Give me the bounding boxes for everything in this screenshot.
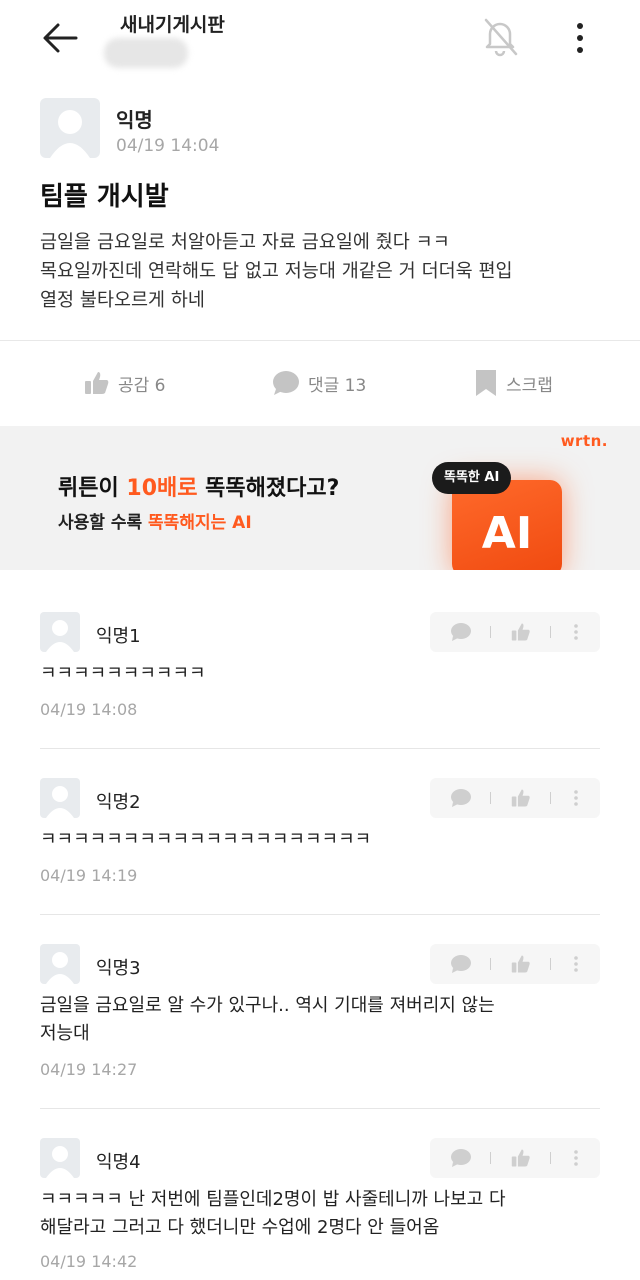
bookmark-icon (476, 370, 496, 396)
comment-text: ㅋㅋㅋㅋㅋㅋㅋㅋㅋㅋ (40, 663, 206, 684)
comment-action-group (430, 778, 600, 818)
default-avatar-icon (46, 786, 74, 818)
ad-badge: 똑똑한 AI (432, 462, 512, 494)
comment-author: 익명2 (96, 792, 141, 813)
post-author-avatar (40, 98, 100, 158)
default-avatar-icon (50, 110, 90, 158)
thumbs-up-icon[interactable] (510, 788, 532, 808)
post-body: 금일을 금요일로 처알아듣고 자료 금요일에 줬다 ㅋㅋ 목요일까진데 연락해도… (40, 232, 513, 311)
speech-bubble-icon (273, 371, 299, 395)
back-button[interactable] (38, 18, 82, 58)
comment-timestamp: 04/19 14:19 (40, 866, 138, 885)
more-vertical-icon (577, 23, 583, 53)
ad-headline: 뤼튼이 10배로 똑똑해졌다고? (58, 470, 339, 502)
separator (490, 958, 491, 970)
comment-text: ㅋㅋㅋㅋㅋㅋㅋㅋㅋㅋㅋㅋㅋㅋㅋㅋㅋㅋㅋㅋ (40, 829, 372, 850)
arrow-left-icon (43, 23, 78, 53)
thumbs-up-icon[interactable] (510, 954, 532, 974)
reply-bubble-icon[interactable] (450, 788, 472, 808)
comment-label: 댓글 13 (308, 375, 367, 396)
divider (40, 1108, 600, 1109)
comment-avatar (40, 612, 80, 652)
post-timestamp: 04/19 14:04 (116, 136, 220, 156)
bell-off-icon (484, 18, 518, 57)
separator (550, 1152, 551, 1164)
comment-button[interactable]: 댓글 13 (272, 368, 366, 398)
comment-text: ㅋㅋㅋㅋㅋ 난 저번에 팀플인데2명이 밥 사줄테니까 나보고 다 해달라고 그… (40, 1189, 506, 1238)
more-vertical-icon[interactable] (572, 954, 580, 974)
scrap-button[interactable]: 스크랩 (474, 368, 553, 398)
ad-ai-text: AI (481, 508, 533, 559)
comment-avatar (40, 944, 80, 984)
comment-author: 익명4 (96, 1152, 141, 1173)
more-vertical-icon[interactable] (572, 788, 580, 808)
comment-author: 익명1 (96, 626, 141, 647)
separator (490, 792, 491, 804)
ad-headline-suffix: 똑똑해졌다고? (197, 476, 340, 501)
thumbs-up-icon[interactable] (510, 622, 532, 642)
default-avatar-icon (46, 952, 74, 984)
scrap-label: 스크랩 (506, 375, 553, 396)
separator (550, 792, 551, 804)
default-avatar-icon (46, 620, 74, 652)
comment-action-group (430, 612, 600, 652)
blurred-school-name (104, 38, 188, 68)
comment-timestamp: 04/19 14:42 (40, 1252, 138, 1271)
post-author: 익명 (116, 108, 153, 132)
ad-headline-accent: 10배로 (126, 476, 198, 501)
comment-item: 익명1 ㅋㅋㅋㅋㅋㅋㅋㅋㅋㅋ 04/19 14:08 (0, 612, 640, 749)
comment-item: 익명4 ㅋㅋㅋㅋㅋ 난 저번에 팀플인데2명이 밥 사줄테니까 나보고 다 해달… (0, 1138, 640, 1280)
thumbs-up-icon (85, 372, 109, 394)
separator (550, 958, 551, 970)
divider (40, 914, 600, 915)
more-vertical-icon[interactable] (572, 1148, 580, 1168)
ad-sub-accent: 똑똑해지는 AI (148, 513, 252, 533)
like-button[interactable]: 공감 6 (84, 368, 166, 398)
reply-bubble-icon[interactable] (450, 1148, 472, 1168)
comment-item: 익명3 금일을 금요일로 알 수가 있구나.. 역시 기대를 져버리지 않는 저… (0, 944, 640, 1109)
top-app-bar: 새내기게시판 (0, 0, 640, 80)
more-vertical-icon[interactable] (572, 622, 580, 642)
divider (40, 748, 600, 749)
comment-avatar (40, 778, 80, 818)
separator (490, 626, 491, 638)
ad-sub-prefix: 사용할 수록 (58, 513, 149, 533)
divider (0, 340, 640, 341)
comment-action-group (430, 1138, 600, 1178)
separator (550, 626, 551, 638)
comment-timestamp: 04/19 14:08 (40, 700, 138, 719)
reply-bubble-icon[interactable] (450, 622, 472, 642)
ad-banner[interactable]: wrtn. 뤼튼이 10배로 똑똑해졌다고? 사용할 수록 똑똑해지는 AI A… (0, 426, 640, 570)
comment-text: 금일을 금요일로 알 수가 있구나.. 역시 기대를 져버리지 않는 저능대 (40, 995, 495, 1044)
separator (490, 1152, 491, 1164)
comment-avatar (40, 1138, 80, 1178)
more-options-button[interactable] (566, 18, 594, 58)
ad-subheadline: 사용할 수록 똑똑해지는 AI (58, 508, 252, 533)
board-title: 새내기게시판 (120, 14, 225, 36)
like-label: 공감 6 (118, 375, 166, 396)
comment-timestamp: 04/19 14:27 (40, 1060, 138, 1079)
thumbs-up-icon[interactable] (510, 1148, 532, 1168)
comment-author: 익명3 (96, 958, 141, 979)
post-title: 팀플 개시발 (40, 182, 169, 212)
notification-toggle-button[interactable] (478, 14, 522, 58)
default-avatar-icon (46, 1146, 74, 1178)
reply-bubble-icon[interactable] (450, 954, 472, 974)
comment-action-group (430, 944, 600, 984)
ad-headline-prefix: 뤼튼이 (58, 476, 127, 501)
post-action-bar: 공감 6 댓글 13 스크랩 (0, 350, 640, 416)
comment-item: 익명2 ㅋㅋㅋㅋㅋㅋㅋㅋㅋㅋㅋㅋㅋㅋㅋㅋㅋㅋㅋㅋ 04/19 14:19 (0, 778, 640, 915)
ad-brand-logo: wrtn. (560, 432, 608, 450)
